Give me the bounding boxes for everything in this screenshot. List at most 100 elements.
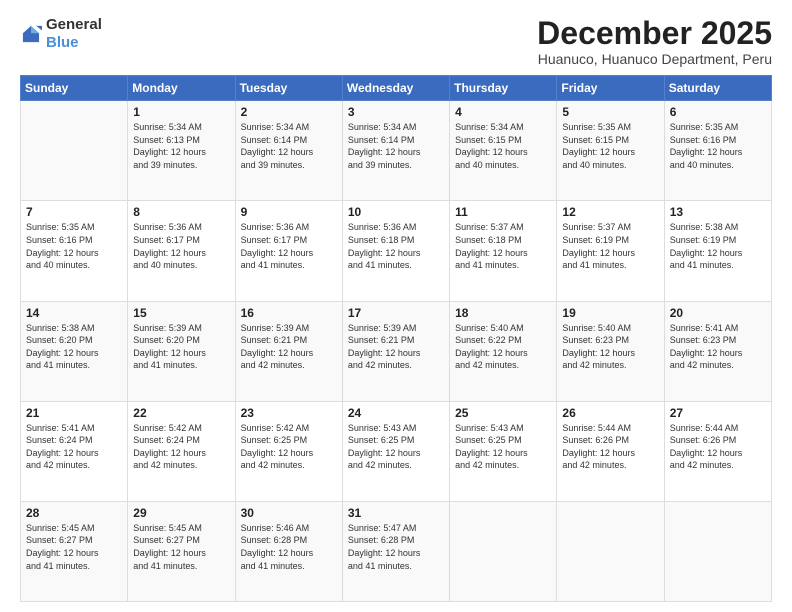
logo-text: General Blue — [46, 16, 102, 52]
table-row: 30 Sunrise: 5:46 AM Sunset: 6:28 PM Dayli… — [235, 501, 342, 601]
col-friday: Friday — [557, 76, 664, 101]
table-row: 28 Sunrise: 5:45 AM Sunset: 6:27 PM Dayli… — [21, 501, 128, 601]
col-saturday: Saturday — [664, 76, 771, 101]
table-row: 26Sunrise: 5:44 AM Sunset: 6:26 PM Dayli… — [557, 401, 664, 501]
table-row: 22 Sunrise: 5:42 AM Sunset: 6:24 PM Dayli… — [128, 401, 235, 501]
header: General Blue December 2025 Huanuco, Huan… — [20, 16, 772, 67]
calendar-table: Sunday Monday Tuesday Wednesday Thursday… — [20, 75, 772, 602]
table-row — [557, 501, 664, 601]
day-number: 20 — [670, 306, 766, 320]
col-thursday: Thursday — [450, 76, 557, 101]
day-info: Sunrise: 5:45 AM Sunset: 6:27 PM Dayligh… — [26, 522, 122, 572]
table-row: 10 Sunrise: 5:36 AM Sunset: 6:18 PM Dayli… — [342, 201, 449, 301]
day-number: 27 — [670, 406, 766, 420]
day-info: Sunrise: 5:39 AM Sunset: 6:21 PM Dayligh… — [241, 322, 337, 372]
page: General Blue December 2025 Huanuco, Huan… — [0, 0, 792, 612]
day-info: Sunrise: 5:39 AM Sunset: 6:20 PM Dayligh… — [133, 322, 229, 372]
day-info: Sunrise: 5:43 AM Sunset: 6:25 PM Dayligh… — [455, 422, 551, 472]
day-number: 1 — [133, 105, 229, 119]
col-tuesday: Tuesday — [235, 76, 342, 101]
day-number: 11 — [455, 205, 551, 219]
day-info: Sunrise: 5:36 AM Sunset: 6:17 PM Dayligh… — [241, 221, 337, 271]
day-number: 30 — [241, 506, 337, 520]
day-number: 29 — [133, 506, 229, 520]
day-info: Sunrise: 5:39 AM Sunset: 6:21 PM Dayligh… — [348, 322, 444, 372]
logo: General Blue — [20, 16, 102, 52]
calendar-week-row: 1 Sunrise: 5:34 AM Sunset: 6:13 PM Daylig… — [21, 101, 772, 201]
table-row: 16 Sunrise: 5:39 AM Sunset: 6:21 PM Dayli… — [235, 301, 342, 401]
day-number: 7 — [26, 205, 122, 219]
col-monday: Monday — [128, 76, 235, 101]
table-row: 12 Sunrise: 5:37 AM Sunset: 6:19 PM Dayli… — [557, 201, 664, 301]
day-info: Sunrise: 5:38 AM Sunset: 6:19 PM Dayligh… — [670, 221, 766, 271]
table-row: 29 Sunrise: 5:45 AM Sunset: 6:27 PM Dayli… — [128, 501, 235, 601]
day-info: Sunrise: 5:47 AM Sunset: 6:28 PM Dayligh… — [348, 522, 444, 572]
table-row: 23 Sunrise: 5:42 AM Sunset: 6:25 PM Dayli… — [235, 401, 342, 501]
day-info: Sunrise: 5:43 AM Sunset: 6:25 PM Dayligh… — [348, 422, 444, 472]
day-info: Sunrise: 5:46 AM Sunset: 6:28 PM Dayligh… — [241, 522, 337, 572]
table-row: 2 Sunrise: 5:34 AM Sunset: 6:14 PM Daylig… — [235, 101, 342, 201]
day-number: 22 — [133, 406, 229, 420]
table-row — [21, 101, 128, 201]
table-row: 4Sunrise: 5:34 AM Sunset: 6:15 PM Daylig… — [450, 101, 557, 201]
day-number: 9 — [241, 205, 337, 219]
table-row: 27 Sunrise: 5:44 AM Sunset: 6:26 PM Dayli… — [664, 401, 771, 501]
table-row: 18Sunrise: 5:40 AM Sunset: 6:22 PM Dayli… — [450, 301, 557, 401]
table-row: 7Sunrise: 5:35 AM Sunset: 6:16 PM Daylig… — [21, 201, 128, 301]
day-number: 4 — [455, 105, 551, 119]
day-number: 19 — [562, 306, 658, 320]
table-row: 9 Sunrise: 5:36 AM Sunset: 6:17 PM Daylig… — [235, 201, 342, 301]
day-info: Sunrise: 5:34 AM Sunset: 6:13 PM Dayligh… — [133, 121, 229, 171]
table-row: 24 Sunrise: 5:43 AM Sunset: 6:25 PM Dayli… — [342, 401, 449, 501]
day-number: 28 — [26, 506, 122, 520]
day-info: Sunrise: 5:34 AM Sunset: 6:14 PM Dayligh… — [241, 121, 337, 171]
table-row: 1 Sunrise: 5:34 AM Sunset: 6:13 PM Daylig… — [128, 101, 235, 201]
table-row: 8 Sunrise: 5:36 AM Sunset: 6:17 PM Daylig… — [128, 201, 235, 301]
day-info: Sunrise: 5:44 AM Sunset: 6:26 PM Dayligh… — [670, 422, 766, 472]
day-info: Sunrise: 5:44 AM Sunset: 6:26 PM Dayligh… — [562, 422, 658, 472]
day-number: 12 — [562, 205, 658, 219]
day-number: 21 — [26, 406, 122, 420]
day-number: 16 — [241, 306, 337, 320]
day-number: 8 — [133, 205, 229, 219]
day-info: Sunrise: 5:41 AM Sunset: 6:24 PM Dayligh… — [26, 422, 122, 472]
day-info: Sunrise: 5:36 AM Sunset: 6:17 PM Dayligh… — [133, 221, 229, 271]
table-row — [450, 501, 557, 601]
day-info: Sunrise: 5:34 AM Sunset: 6:14 PM Dayligh… — [348, 121, 444, 171]
title-block: December 2025 Huanuco, Huanuco Departmen… — [537, 16, 772, 67]
calendar-week-row: 14 Sunrise: 5:38 AM Sunset: 6:20 PM Dayli… — [21, 301, 772, 401]
table-row: 25 Sunrise: 5:43 AM Sunset: 6:25 PM Dayli… — [450, 401, 557, 501]
day-info: Sunrise: 5:38 AM Sunset: 6:20 PM Dayligh… — [26, 322, 122, 372]
calendar-week-row: 7Sunrise: 5:35 AM Sunset: 6:16 PM Daylig… — [21, 201, 772, 301]
day-number: 2 — [241, 105, 337, 119]
day-number: 10 — [348, 205, 444, 219]
day-number: 25 — [455, 406, 551, 420]
day-number: 5 — [562, 105, 658, 119]
table-row: 11 Sunrise: 5:37 AM Sunset: 6:18 PM Dayli… — [450, 201, 557, 301]
day-number: 15 — [133, 306, 229, 320]
day-number: 23 — [241, 406, 337, 420]
table-row: 5Sunrise: 5:35 AM Sunset: 6:15 PM Daylig… — [557, 101, 664, 201]
day-number: 6 — [670, 105, 766, 119]
table-row: 19 Sunrise: 5:40 AM Sunset: 6:23 PM Dayli… — [557, 301, 664, 401]
day-number: 18 — [455, 306, 551, 320]
day-number: 24 — [348, 406, 444, 420]
table-row: 17Sunrise: 5:39 AM Sunset: 6:21 PM Dayli… — [342, 301, 449, 401]
calendar-body: 1 Sunrise: 5:34 AM Sunset: 6:13 PM Daylig… — [21, 101, 772, 602]
logo-general: General — [46, 16, 102, 33]
day-info: Sunrise: 5:37 AM Sunset: 6:18 PM Dayligh… — [455, 221, 551, 271]
day-info: Sunrise: 5:42 AM Sunset: 6:25 PM Dayligh… — [241, 422, 337, 472]
month-title: December 2025 — [537, 16, 772, 51]
day-info: Sunrise: 5:36 AM Sunset: 6:18 PM Dayligh… — [348, 221, 444, 271]
table-row: 20Sunrise: 5:41 AM Sunset: 6:23 PM Dayli… — [664, 301, 771, 401]
day-info: Sunrise: 5:42 AM Sunset: 6:24 PM Dayligh… — [133, 422, 229, 472]
calendar-week-row: 28 Sunrise: 5:45 AM Sunset: 6:27 PM Dayli… — [21, 501, 772, 601]
col-wednesday: Wednesday — [342, 76, 449, 101]
day-info: Sunrise: 5:37 AM Sunset: 6:19 PM Dayligh… — [562, 221, 658, 271]
day-info: Sunrise: 5:45 AM Sunset: 6:27 PM Dayligh… — [133, 522, 229, 572]
table-row: 13Sunrise: 5:38 AM Sunset: 6:19 PM Dayli… — [664, 201, 771, 301]
day-info: Sunrise: 5:40 AM Sunset: 6:23 PM Dayligh… — [562, 322, 658, 372]
table-row — [664, 501, 771, 601]
day-number: 14 — [26, 306, 122, 320]
calendar-header-row: Sunday Monday Tuesday Wednesday Thursday… — [21, 76, 772, 101]
